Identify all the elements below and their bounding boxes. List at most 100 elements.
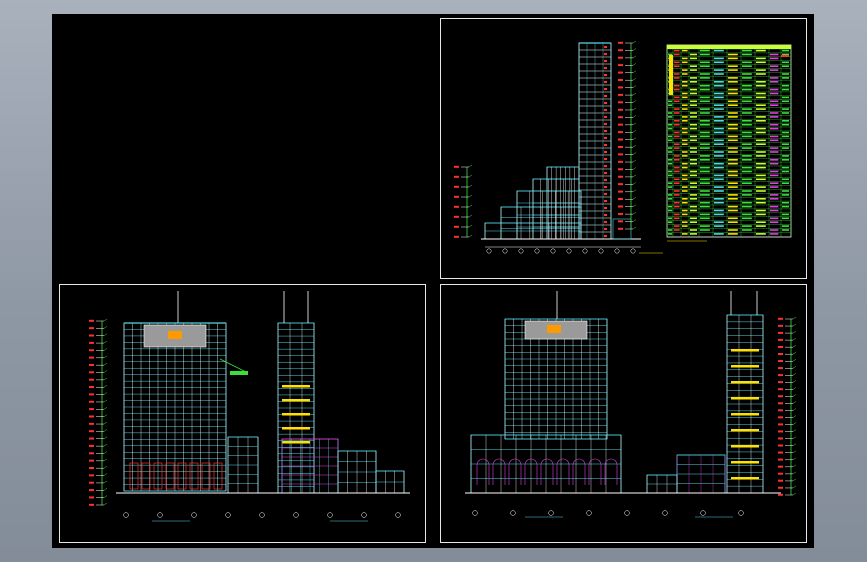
schedule-cell-text [690, 182, 697, 184]
front-levels-tag [89, 459, 94, 462]
section-levels-right-tag [618, 108, 623, 111]
schedule-cell-text [674, 77, 680, 79]
schedule-cell-text [742, 147, 752, 149]
schedule-cell-text [700, 143, 710, 145]
section-floor-mark [604, 137, 607, 139]
rear-elevation-sheet-frame[interactable] [440, 284, 807, 543]
section-levels-right-tag [618, 79, 623, 81]
schedule-cell-text [728, 174, 738, 177]
schedule-cell-text [782, 131, 789, 134]
schedule-cell-text [690, 162, 697, 165]
schedule-cell-text [682, 84, 688, 87]
rear-levels-tag [778, 458, 783, 461]
rear-side-yellow-band [731, 461, 759, 464]
schedule-cell-text [690, 174, 697, 177]
schedule-cell-text [682, 61, 688, 64]
section-floor-mark [604, 102, 607, 104]
section-floor-mark [604, 74, 607, 76]
section-levels-right-tag [618, 175, 623, 178]
schedule-cell-text [700, 217, 710, 220]
rear-side-yellow-band [731, 445, 759, 448]
section-levels-right-arrow [632, 92, 637, 96]
schedule-cell-text [700, 49, 710, 52]
section-levels-right-arrow [632, 100, 637, 103]
schedule-cell-text [668, 217, 673, 220]
schedule-cell-text [742, 61, 752, 64]
front-levels-tag [89, 452, 94, 455]
section-levels-left-tag [454, 225, 459, 228]
schedule-cell-text [690, 116, 697, 118]
schedule-cell-text [756, 81, 766, 83]
schedule-cell-text [770, 88, 779, 91]
schedule-cell-text [714, 61, 724, 64]
section-axis-bubble [582, 248, 588, 254]
section-levels-left-arrow [468, 214, 473, 218]
front-levels-arrow [103, 355, 108, 359]
schedule-cell-text [682, 127, 688, 130]
rear-levels-arrow [792, 351, 797, 355]
section-levels-right-arrow [632, 55, 637, 59]
schedule-cell-text [742, 123, 752, 126]
section-levels-left-arrow [468, 224, 473, 228]
drawing-canvas[interactable] [52, 14, 814, 548]
rear-levels-tag [778, 388, 783, 391]
schedule-cell-text [782, 108, 789, 110]
schedule-cell-text [742, 201, 752, 204]
section-levels-right-tag [618, 41, 623, 44]
schedule-cell-text [674, 166, 680, 169]
front-roof-logo [168, 331, 182, 339]
rear-side-yellow-band [731, 381, 759, 384]
front-shopfront-bay [141, 462, 151, 490]
schedule-cell-text [700, 213, 710, 216]
schedule-cell-text [782, 61, 789, 64]
rear-levels-tag [778, 416, 783, 419]
schedule-cell-text [668, 198, 673, 200]
schedule-cell-text [742, 178, 752, 181]
section-levels-right-arrow [632, 107, 637, 111]
front-elevation-sheet-frame[interactable] [59, 284, 426, 543]
schedule-cell-text [782, 194, 789, 196]
schedule-cell-text [770, 162, 779, 165]
schedule-cell-text [756, 201, 766, 204]
section-levels-right-tag [618, 131, 623, 134]
front-levels-tag [89, 400, 94, 403]
section-levels-right-arrow [632, 189, 637, 193]
schedule-cell-text [756, 143, 766, 145]
schedule-cell-text [728, 139, 738, 142]
schedule-cell-text [756, 209, 766, 212]
schedule-cell-text [728, 182, 738, 184]
rear-levels-arrow [792, 359, 797, 362]
schedule-cell-text [728, 112, 738, 114]
schedule-cell-text [728, 229, 738, 231]
schedule-cell-text [728, 116, 738, 118]
schedule-cell-text [668, 221, 673, 223]
front-levels-arrow [103, 362, 108, 366]
front-levels-tag [89, 437, 94, 440]
side-yellow-band [282, 399, 310, 402]
section-floor-mark [604, 144, 607, 146]
section-sheet-frame[interactable] [440, 18, 807, 279]
schedule-cell-text [782, 213, 789, 216]
schedule-cell-text [782, 205, 789, 208]
schedule-cell-text [782, 96, 789, 99]
rear-levels-arrow [792, 323, 797, 327]
schedule-cell-text [756, 96, 766, 99]
schedule-cell-text [714, 162, 724, 165]
schedule-cell-text [714, 116, 724, 118]
section-levels-right-arrow [632, 167, 637, 170]
front-levels-arrow [103, 399, 108, 403]
section-levels-left-tag [454, 185, 459, 188]
section-levels-right-arrow [632, 40, 637, 44]
section-levels-right-arrow [632, 219, 637, 222]
schedule-cell-text [770, 194, 779, 196]
schedule-cell-text [674, 61, 680, 64]
schedule-cell-text [742, 77, 752, 79]
schedule-cell-text [714, 225, 724, 227]
schedule-cell-text [674, 213, 680, 216]
schedule-cell-text [700, 88, 710, 91]
rear-levels-arrow [792, 373, 797, 376]
section-levels-right-tag [618, 49, 623, 52]
schedule-cell-text [728, 81, 738, 83]
schedule-cell-text [770, 69, 779, 71]
schedule-cell-text [674, 53, 680, 56]
